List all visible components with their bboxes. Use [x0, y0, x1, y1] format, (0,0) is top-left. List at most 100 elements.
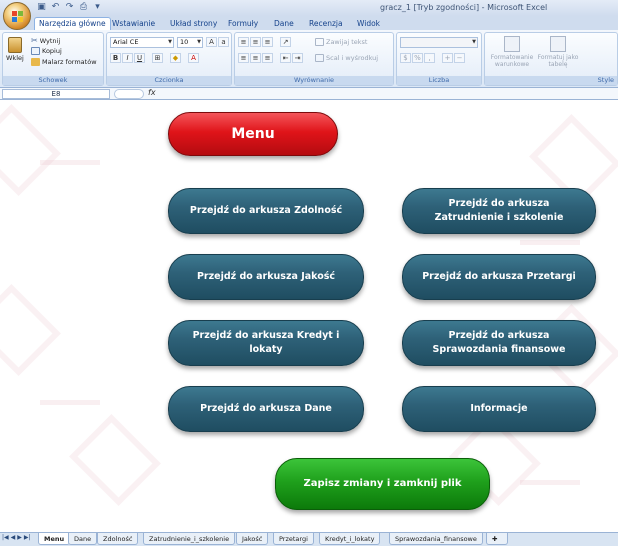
- ribbon-tabs: Narzędzia główne Wstawianie Układ strony…: [0, 16, 618, 30]
- go-to-sprawozdania-button[interactable]: Przejdź do arkusza Sprawozdania finansow…: [402, 320, 596, 366]
- go-to-kredyt-button[interactable]: Przejdź do arkusza Kredyt i lokaty: [168, 320, 364, 366]
- decrease-indent-icon[interactable]: ⇤: [280, 53, 291, 63]
- copy-icon: [31, 47, 40, 55]
- chevron-down-icon: ▼: [197, 39, 201, 45]
- tab-insert[interactable]: Wstawianie: [108, 18, 159, 30]
- background-decoration: [0, 284, 61, 376]
- increase-indent-icon[interactable]: ⇥: [292, 53, 303, 63]
- background-decoration: [520, 240, 580, 245]
- sheet-tab-sprawozdania[interactable]: Sprawozdania_finansowe: [389, 533, 483, 545]
- align-right-icon[interactable]: ≡: [262, 53, 273, 63]
- thousands-icon[interactable]: ,: [424, 53, 435, 63]
- formula-controls: [114, 89, 144, 99]
- align-top-icon[interactable]: ≡: [238, 37, 249, 47]
- tab-formulas[interactable]: Formuły: [224, 18, 262, 30]
- sheet-tab-zdolnosc[interactable]: Zdolność: [97, 533, 139, 545]
- first-sheet-icon[interactable]: |◀: [2, 534, 9, 541]
- tab-data[interactable]: Dane: [270, 18, 298, 30]
- sheet-tabs-bar: |◀ ◀ ▶ ▶| Menu Dane Zdolność Zatrudnieni…: [0, 532, 618, 546]
- clipboard-group: Wklej ✂ Wytnij Kopiuj Malarz formatów Sc…: [2, 32, 104, 86]
- customize-icon[interactable]: ▾: [92, 2, 103, 13]
- decrease-decimal-icon[interactable]: −: [454, 53, 465, 63]
- conditional-formatting-button[interactable]: Formatowanie warunkowe: [487, 36, 537, 68]
- sheet-tab-jakosc[interactable]: Jakość: [236, 533, 269, 545]
- format-painter-button[interactable]: Malarz formatów: [31, 58, 97, 66]
- go-to-zdolnosc-button[interactable]: Przejdź do arkusza Zdolność: [168, 188, 364, 234]
- background-decoration: [40, 400, 100, 405]
- next-sheet-icon[interactable]: ▶: [17, 534, 22, 541]
- formula-bar: E8 fx: [0, 88, 618, 100]
- cut-button[interactable]: ✂ Wytnij: [31, 36, 60, 45]
- font-name-select[interactable]: Arial CE ▼: [110, 37, 174, 48]
- tab-review[interactable]: Recenzja: [305, 18, 347, 30]
- prev-sheet-icon[interactable]: ◀: [11, 534, 16, 541]
- wrap-text-icon: [315, 38, 324, 46]
- underline-icon[interactable]: U: [134, 53, 145, 63]
- fx-icon[interactable]: fx: [148, 88, 156, 97]
- wrap-text-label: Zawijaj tekst: [326, 38, 368, 46]
- alignment-group: ≡ ≡ ≡ ↗ Zawijaj tekst ≡ ≡ ≡ ⇤ ⇥ Scal i w…: [234, 32, 394, 86]
- redo-icon[interactable]: ↷: [64, 2, 75, 13]
- go-to-dane-button[interactable]: Przejdź do arkusza Dane: [168, 386, 364, 432]
- office-button[interactable]: [3, 2, 31, 30]
- sheet-tab-zatrudnienie[interactable]: Zatrudnienie_i_szkolenie: [143, 533, 236, 545]
- number-group-label: Liczba: [397, 76, 481, 85]
- increase-decimal-icon[interactable]: +: [442, 53, 453, 63]
- font-group: Arial CE ▼ 10 ▼ A a B I U ⊞ ◆ A Czcionka: [106, 32, 232, 86]
- save-and-close-button[interactable]: Zapisz zmiany i zamknij plik: [275, 458, 490, 510]
- info-button[interactable]: Informacje: [402, 386, 596, 432]
- font-color-icon[interactable]: A: [188, 53, 199, 63]
- tab-home[interactable]: Narzędzia główne: [34, 17, 111, 30]
- shrink-font-icon[interactable]: a: [218, 37, 229, 47]
- chevron-down-icon: ▼: [472, 39, 476, 45]
- insert-sheet-button[interactable]: ✚: [486, 533, 508, 545]
- wrap-text-button[interactable]: Zawijaj tekst: [315, 38, 367, 46]
- tab-page-layout[interactable]: Układ strony: [166, 18, 221, 30]
- conditional-formatting-icon: [504, 36, 520, 52]
- title-bar: ▣ ↶ ↷ ⎙ ▾ gracz_1 [Tryb zgodności] - Mic…: [0, 0, 618, 16]
- go-to-zatrudnienie-button[interactable]: Przejdź do arkusza Zatrudnienie i szkole…: [402, 188, 596, 234]
- number-format-select[interactable]: ▼: [400, 37, 478, 48]
- italic-icon[interactable]: I: [122, 53, 133, 63]
- font-size-select[interactable]: 10 ▼: [177, 37, 203, 48]
- align-center-icon[interactable]: ≡: [250, 53, 261, 63]
- menu-button[interactable]: Menu: [168, 112, 338, 156]
- quick-access-toolbar: ▣ ↶ ↷ ⎙ ▾: [36, 2, 103, 13]
- undo-icon[interactable]: ↶: [50, 2, 61, 13]
- window-title: gracz_1 [Tryb zgodności] - Microsoft Exc…: [380, 3, 548, 12]
- print-preview-icon[interactable]: ⎙: [78, 2, 89, 13]
- borders-icon[interactable]: ⊞: [152, 53, 163, 63]
- name-box[interactable]: E8: [2, 89, 110, 99]
- tab-view[interactable]: Widok: [353, 18, 384, 30]
- format-as-table-button[interactable]: Formatuj jako tabelę: [537, 36, 579, 68]
- sheet-tab-kredyt[interactable]: Kredyt_i_lokaty: [319, 533, 381, 545]
- fill-color-icon[interactable]: ◆: [170, 53, 181, 63]
- sheet-tab-dane[interactable]: Dane: [68, 533, 98, 545]
- sheet-navigation: |◀ ◀ ▶ ▶|: [2, 534, 31, 541]
- go-to-przetargi-button[interactable]: Przejdź do arkusza Przetargi: [402, 254, 596, 300]
- go-to-jakosc-button[interactable]: Przejdź do arkusza Jakość: [168, 254, 364, 300]
- grow-font-icon[interactable]: A: [206, 37, 217, 47]
- last-sheet-icon[interactable]: ▶|: [24, 534, 31, 541]
- paste-icon: [7, 37, 22, 53]
- copy-button[interactable]: Kopiuj: [31, 47, 62, 55]
- paste-button[interactable]: Wklej: [6, 37, 24, 62]
- align-bottom-icon[interactable]: ≡: [262, 37, 273, 47]
- sheet-tab-przetargi[interactable]: Przetargi: [273, 533, 314, 545]
- merge-center-button[interactable]: Scal i wyśrodkuj: [315, 54, 378, 62]
- save-icon[interactable]: ▣: [36, 2, 47, 13]
- scissors-icon: ✂: [31, 36, 38, 45]
- align-left-icon[interactable]: ≡: [238, 53, 249, 63]
- background-decoration: [0, 104, 61, 196]
- styles-group: Formatowanie warunkowe Formatuj jako tab…: [484, 32, 618, 86]
- orientation-icon[interactable]: ↗: [280, 37, 291, 47]
- merge-icon: [315, 54, 324, 62]
- ribbon: Wklej ✂ Wytnij Kopiuj Malarz formatów Sc…: [0, 30, 618, 88]
- sheet-tab-menu[interactable]: Menu: [38, 533, 71, 545]
- align-middle-icon[interactable]: ≡: [250, 37, 261, 47]
- font-group-label: Czcionka: [107, 76, 231, 85]
- percent-icon[interactable]: %: [412, 53, 423, 63]
- bold-icon[interactable]: B: [110, 53, 121, 63]
- currency-icon[interactable]: $: [400, 53, 411, 63]
- worksheet[interactable]: Menu Przejdź do arkusza Zdolność Przejdź…: [0, 100, 618, 532]
